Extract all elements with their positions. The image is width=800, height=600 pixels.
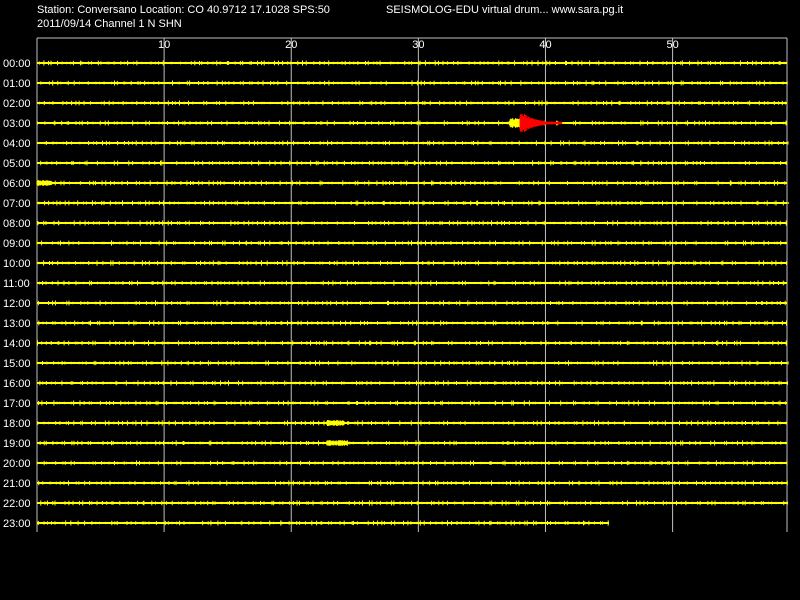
minute-tick-label: 50 [666, 39, 678, 51]
noise-burst [326, 420, 345, 426]
hour-labels: 00:00 01:00 02:00 03:00 04:00 05:00 06:00 07:00… [3, 58, 31, 530]
hour-label: 21:00 [3, 478, 31, 490]
hour-label: 15:00 [3, 358, 31, 370]
minute-tick-label: 30 [412, 39, 424, 51]
hour-label: 23:00 [3, 518, 31, 530]
hour-label: 06:00 [3, 178, 31, 190]
earthquake-event-trace [519, 113, 563, 133]
hour-label: 07:00 [3, 198, 31, 210]
hour-label: 00:00 [3, 58, 31, 70]
hour-label: 18:00 [3, 418, 31, 430]
hour-label: 03:00 [3, 118, 31, 130]
hour-label: 19:00 [3, 438, 31, 450]
hour-label: 20:00 [3, 458, 31, 470]
hour-label: 09:00 [3, 238, 31, 250]
hour-label: 12:00 [3, 298, 31, 310]
noise-burst [36, 180, 53, 186]
minute-tick-label: 40 [539, 39, 551, 51]
hour-label: 13:00 [3, 318, 31, 330]
hour-label: 16:00 [3, 378, 31, 390]
hour-label: 11:00 [3, 278, 30, 290]
trace-layer [36, 60, 789, 526]
grid-layer [36, 37, 788, 532]
minute-tick-labels: 10 20 30 40 50 [158, 39, 679, 51]
event-onset [509, 118, 521, 128]
hour-label: 14:00 [3, 338, 31, 350]
seismogram-drum: 10 20 30 40 50 00:00 01:00 02:00 03:00 04:00 05:0… [3, 37, 789, 532]
hour-label: 17:00 [3, 398, 31, 410]
minute-tick-label: 10 [158, 39, 170, 51]
noise-burst [326, 440, 349, 446]
hour-label: 22:00 [3, 498, 31, 510]
minute-tick-label: 20 [285, 39, 297, 51]
hour-label: 02:00 [3, 98, 31, 110]
hour-label: 10:00 [3, 258, 31, 270]
hour-label: 05:00 [3, 158, 31, 170]
hour-label: 01:00 [3, 78, 31, 90]
hour-label: 04:00 [3, 138, 31, 150]
hour-label: 08:00 [3, 218, 31, 230]
